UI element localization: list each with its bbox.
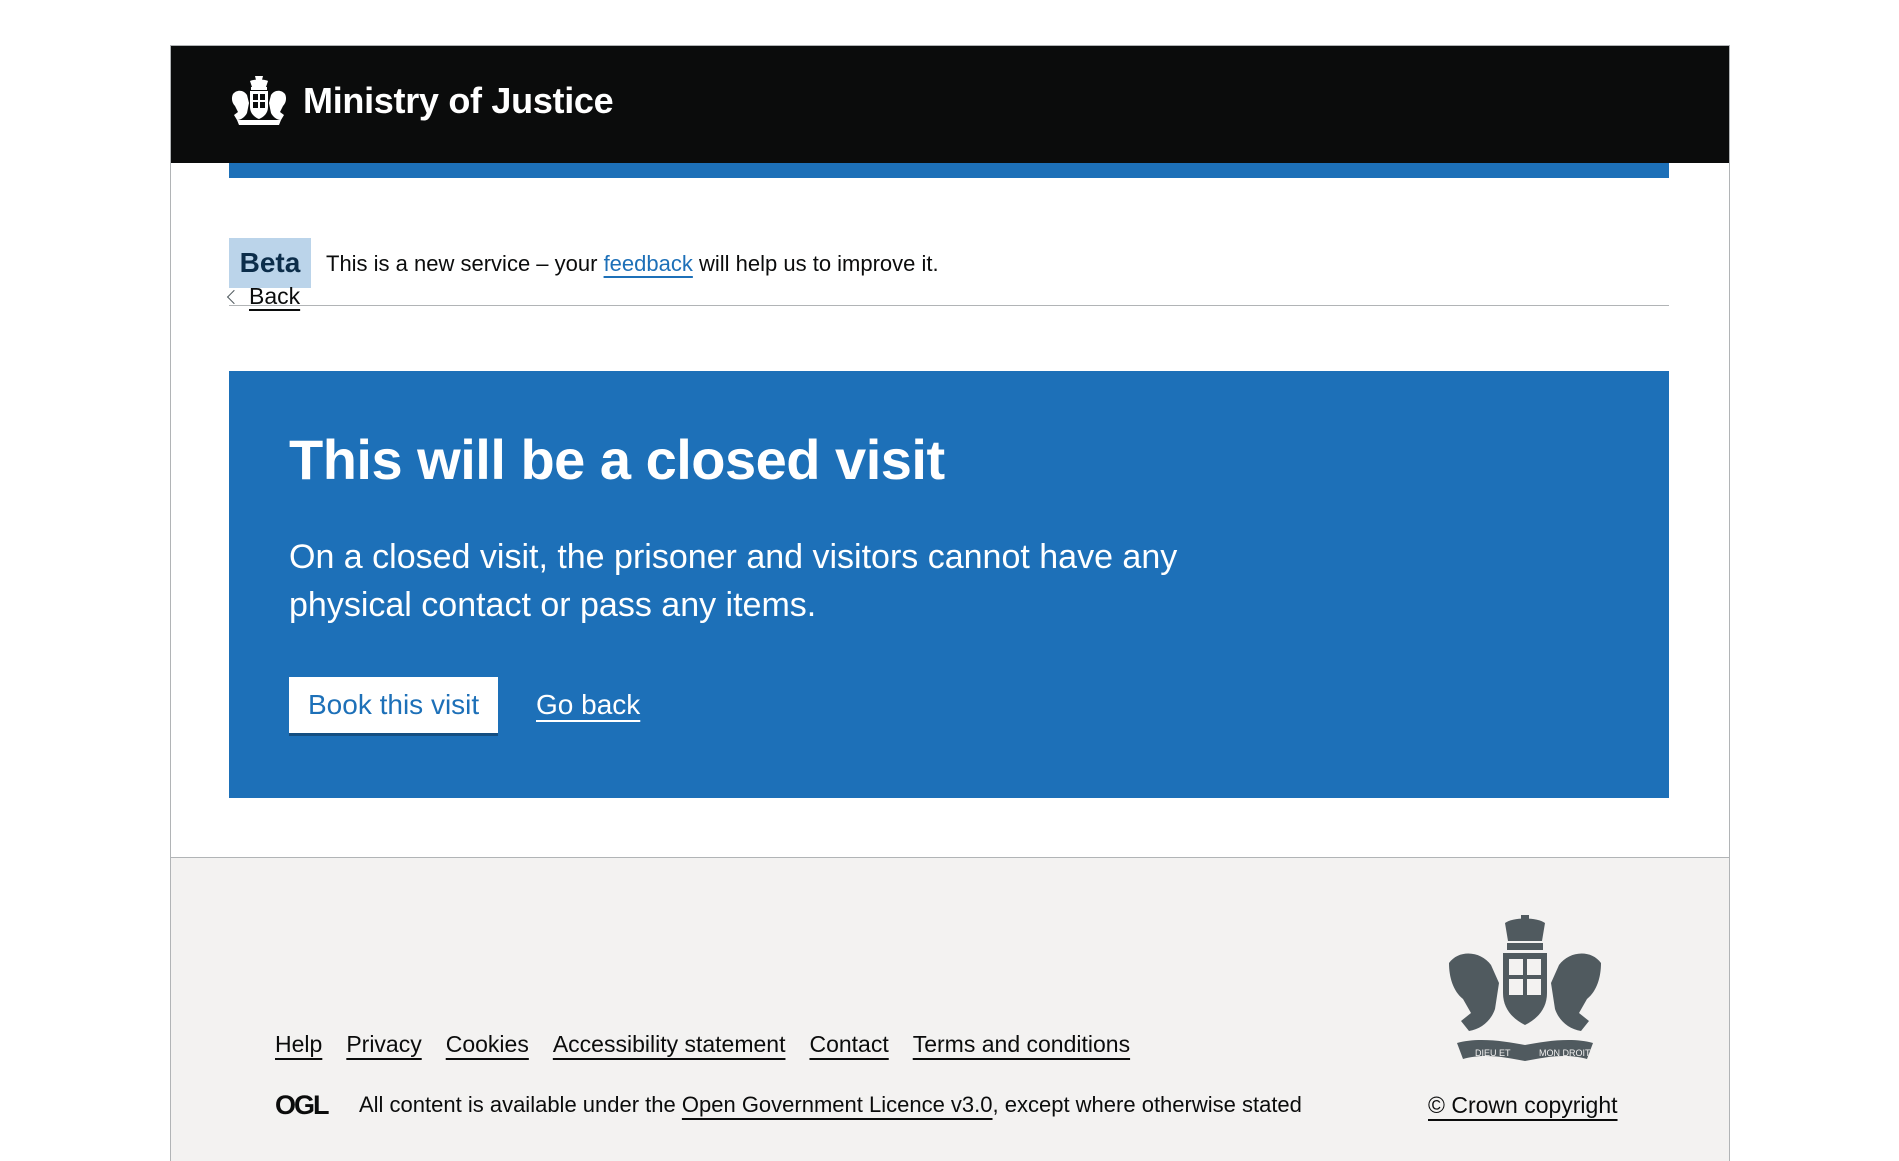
go-back-link[interactable]: Go back	[536, 688, 640, 722]
footer-link-help[interactable]: Help	[275, 1031, 322, 1058]
ogl-logo-icon: OGL	[275, 1091, 331, 1117]
licence-text: All content is available under the Open …	[359, 1092, 1302, 1118]
back-link-container: Back	[226, 281, 300, 311]
crest-motto-right: MON DROIT	[1539, 1048, 1591, 1058]
open-government-licence-link[interactable]: Open Government Licence v3.0	[682, 1092, 993, 1117]
panel-description: On a closed visit, the prisoner and visi…	[289, 538, 1178, 624]
phase-text-after: will help us to improve it.	[698, 251, 939, 276]
footer-link-contact[interactable]: Contact	[809, 1031, 888, 1058]
page-title: This will be a closed visit	[289, 428, 945, 491]
footer-link-cookies[interactable]: Cookies	[446, 1031, 529, 1058]
crest-motto-left: DIEU ET	[1475, 1048, 1511, 1058]
footer-link-privacy[interactable]: Privacy	[346, 1031, 421, 1058]
footer-links: Help Privacy Cookies Accessibility state…	[275, 1031, 1154, 1058]
licence-text-after: , except where otherwise stated	[992, 1092, 1302, 1117]
footer-link-accessibility[interactable]: Accessibility statement	[553, 1031, 786, 1058]
royal-crest-icon	[231, 76, 287, 125]
crown-copyright-link[interactable]: © Crown copyright	[1428, 1092, 1618, 1118]
phase-banner: Beta This is a new service – your feedba…	[229, 192, 1669, 306]
feedback-link[interactable]: feedback	[604, 251, 693, 276]
closed-visit-panel: This will be a closed visit On a closed …	[229, 371, 1669, 798]
phase-text-before: This is a new service – your	[326, 251, 598, 276]
licence-text-before: All content is available under the	[359, 1092, 676, 1117]
copyright-container: © Crown copyright	[1428, 1092, 1618, 1119]
header-accent-bar	[229, 163, 1669, 178]
chevron-left-icon	[226, 289, 242, 305]
site-header: Ministry of Justice	[171, 46, 1729, 163]
back-link[interactable]: Back	[249, 283, 300, 309]
phase-banner-text: This is a new service – your feedback wi…	[326, 250, 939, 278]
ogl-logo-text: OGL	[275, 1091, 329, 1117]
page-frame: Ministry of Justice Beta This is a new s…	[170, 45, 1730, 1161]
header-title-link[interactable]: Ministry of Justice	[303, 80, 614, 122]
royal-crest-icon: DIEU ET MON DROIT	[1449, 915, 1601, 1061]
site-footer: Help Privacy Cookies Accessibility state…	[171, 857, 1729, 1161]
book-visit-button[interactable]: Book this visit	[289, 677, 499, 733]
footer-link-terms[interactable]: Terms and conditions	[913, 1031, 1130, 1058]
